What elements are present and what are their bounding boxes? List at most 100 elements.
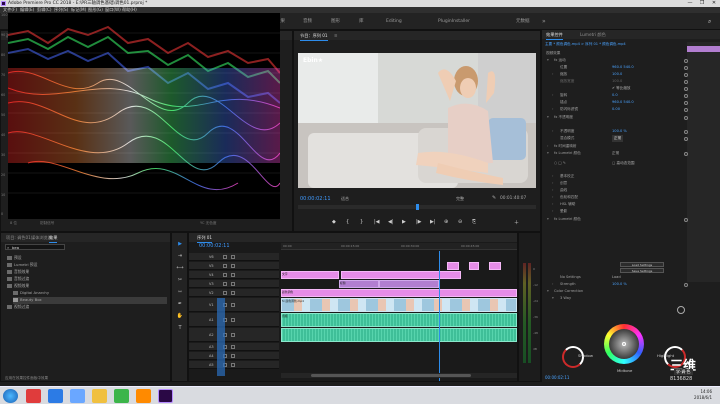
scope-mode[interactable]: YC 无色度 [200, 221, 216, 226]
effect-row-lumetri[interactable]: ▾ fx Lumetri 颜色 正常 [542, 150, 720, 157]
search-icon[interactable]: ⌕ [708, 13, 711, 30]
list-item[interactable]: 音频效果 [7, 269, 167, 276]
workspace-tab-plugininstaller[interactable]: PluginInstaller [438, 13, 470, 30]
track-header-a4[interactable]: A4 [189, 352, 279, 360]
timeline-clip-video[interactable]: fx 颜色调色.mp4 [281, 298, 517, 312]
effect-row-anti-flicker[interactable]: › 防闪烁滤镜 0.00 [542, 106, 720, 113]
lift-icon[interactable]: ⊕ [444, 219, 448, 225]
tab-effect-controls-right[interactable]: 效果控件 [546, 30, 563, 40]
extract-icon[interactable]: ⊖ [458, 219, 462, 225]
timeline-scrollbar[interactable] [281, 373, 517, 378]
effect-row-time-remap[interactable]: › fx 时间重映射 [542, 143, 720, 150]
track-header-a5[interactable]: A5 [189, 361, 279, 369]
program-scrub-bar[interactable] [298, 204, 536, 210]
timeline-clip-title[interactable] [447, 262, 459, 270]
file-explorer-icon[interactable] [92, 389, 107, 403]
timeline-clip-audio-a2[interactable] [281, 328, 517, 342]
effect-row-position[interactable]: 位置 960.0 540.0 [542, 64, 720, 71]
timeline-clip-adjustment[interactable]: 颜色调色 [281, 289, 517, 297]
tab-program-sequence[interactable]: 节目：序列 01 [300, 31, 328, 41]
taskbar-app-icon[interactable] [26, 389, 41, 403]
effect-row-vignette[interactable]: › 晕影 [542, 208, 720, 215]
scope-bit-depth[interactable]: 8 位 [10, 221, 17, 226]
taskbar-app-icon[interactable] [114, 389, 129, 403]
list-item[interactable]: 视频效果 [7, 283, 167, 290]
save-preset-button[interactable]: Save Settings [620, 268, 664, 273]
track-header-v4[interactable]: V4 [189, 271, 279, 279]
list-item[interactable]: Lumetri 预设 [7, 262, 167, 269]
play-icon[interactable]: ▶ [402, 219, 406, 225]
effect-row-motion[interactable]: ▾ fx 运动 [542, 57, 720, 64]
timeline-clip-title[interactable] [469, 262, 479, 270]
effect-timecode[interactable]: 00:00:02:11 [545, 375, 569, 380]
track-header-a2[interactable]: A2 [189, 328, 279, 342]
workspace-overflow-icon[interactable]: » [542, 13, 546, 30]
effect-row-opacity-group[interactable]: ▾ fx 不透明度 [542, 114, 720, 121]
effect-row-presets[interactable]: No Settings Load [542, 274, 720, 281]
go-to-in-icon[interactable]: |◀ [374, 219, 380, 225]
timeline-scroll-thumb[interactable] [311, 374, 471, 377]
scope-clamp[interactable]: 钳制信号 [40, 221, 54, 226]
tab-lumetri-color[interactable]: Lumetri 颜色 [580, 30, 606, 39]
taskbar-app-icon[interactable] [70, 389, 85, 403]
slip-tool-icon[interactable]: ⇿ [176, 289, 184, 296]
effect-row-opacity[interactable]: › 不透明度 100.0 % [542, 128, 720, 135]
timeline-clip-audio-a1[interactable]: 音频 [281, 313, 517, 327]
timeline-clip-title[interactable]: 文字 [281, 271, 339, 279]
midtone-color-wheel[interactable] [604, 324, 644, 364]
taskbar-clock[interactable]: 14:06 2018/6/1 [694, 389, 712, 401]
effect-row-scale[interactable]: › 缩放 100.0 [542, 71, 720, 78]
wheel-center-handle[interactable] [622, 342, 626, 346]
program-fit-dropdown[interactable]: 适合 [341, 196, 349, 202]
timeline-clip-graphic[interactable] [379, 280, 439, 288]
workspace-tab-libraries[interactable]: 库 [359, 13, 364, 30]
program-video-frame[interactable]: Ebin★ [298, 53, 536, 188]
go-to-out-icon[interactable]: ▶| [430, 219, 436, 225]
minimize-button[interactable]: — [684, 0, 696, 7]
track-header-v6[interactable]: V6 [189, 253, 279, 261]
selection-tool-icon[interactable]: ▶ [176, 241, 184, 248]
effect-row-curves[interactable]: › 曲线 [542, 187, 720, 194]
taskbar-app-icon[interactable] [136, 389, 151, 403]
effect-row-anchor[interactable]: 锚点 960.0 540.0 [542, 99, 720, 106]
effect-row-creative[interactable]: › 创意 [542, 180, 720, 187]
button-editor-icon[interactable]: ＋ [514, 219, 519, 226]
tab-project[interactable]: 项目: 调色01 [6, 233, 31, 242]
hand-tool-icon[interactable]: ✋ [176, 313, 184, 320]
marker-icon[interactable]: ◆ [332, 219, 336, 225]
3way-reset-icon[interactable] [677, 306, 685, 314]
effect-row-blend-mode[interactable]: 混合模式 正常 [542, 135, 720, 142]
tab-effects[interactable]: 效果 [49, 233, 58, 243]
step-forward-icon[interactable]: |▶ [416, 219, 422, 225]
type-tool-icon[interactable]: T [176, 325, 184, 332]
step-back-icon[interactable]: ◀| [388, 219, 394, 225]
close-button[interactable]: ✕ [708, 0, 720, 7]
export-frame-icon[interactable]: ⎘ [472, 219, 476, 225]
program-playhead[interactable] [416, 204, 419, 210]
tab-sequence-01[interactable]: 序列 01 [197, 233, 213, 243]
track-header-v5[interactable]: V5 [189, 262, 279, 270]
list-item[interactable]: Digital Anarchy [13, 290, 173, 297]
effect-row-wheels[interactable]: › 色轮和匹配 [542, 194, 720, 201]
timeline-playhead[interactable] [439, 251, 440, 381]
effect-row-hdr[interactable]: ○ □ ✎ ▢ 高动态范围 [542, 160, 720, 167]
program-quality-dropdown[interactable]: 完整 [456, 196, 464, 202]
track-target-indicator[interactable] [217, 298, 225, 376]
list-item[interactable]: 视频过渡 [7, 304, 167, 311]
list-item-selected[interactable]: Beauty Box [13, 297, 167, 304]
panel-menu-icon[interactable]: ≡ [334, 31, 338, 40]
workspace-tab-editing[interactable]: Editing [386, 13, 402, 30]
taskbar-app-icon[interactable] [48, 389, 63, 403]
track-header-v3[interactable]: V3 [189, 280, 279, 288]
timeline-timecode[interactable]: 00:00:02:11 [199, 243, 230, 249]
track-header-a3[interactable]: A3 [189, 343, 279, 351]
maximize-button[interactable]: ❐ [696, 0, 708, 7]
track-select-tool-icon[interactable]: ⇥ [176, 253, 184, 260]
effect-row-uniform-scale[interactable]: ✔ 等比缩放 [542, 85, 720, 92]
mark-out-icon[interactable]: } [360, 219, 363, 225]
premiere-taskbar-icon[interactable] [158, 389, 173, 403]
effect-row-rotation[interactable]: › 旋转 0.0 [542, 92, 720, 99]
timeline-clip-title[interactable] [341, 271, 461, 279]
workspace-tab-graphics[interactable]: 图形 [331, 13, 340, 30]
timeline-ruler[interactable]: 00:00 00:00:15:00 00:00:30:00 00:00:45:0… [281, 243, 517, 250]
